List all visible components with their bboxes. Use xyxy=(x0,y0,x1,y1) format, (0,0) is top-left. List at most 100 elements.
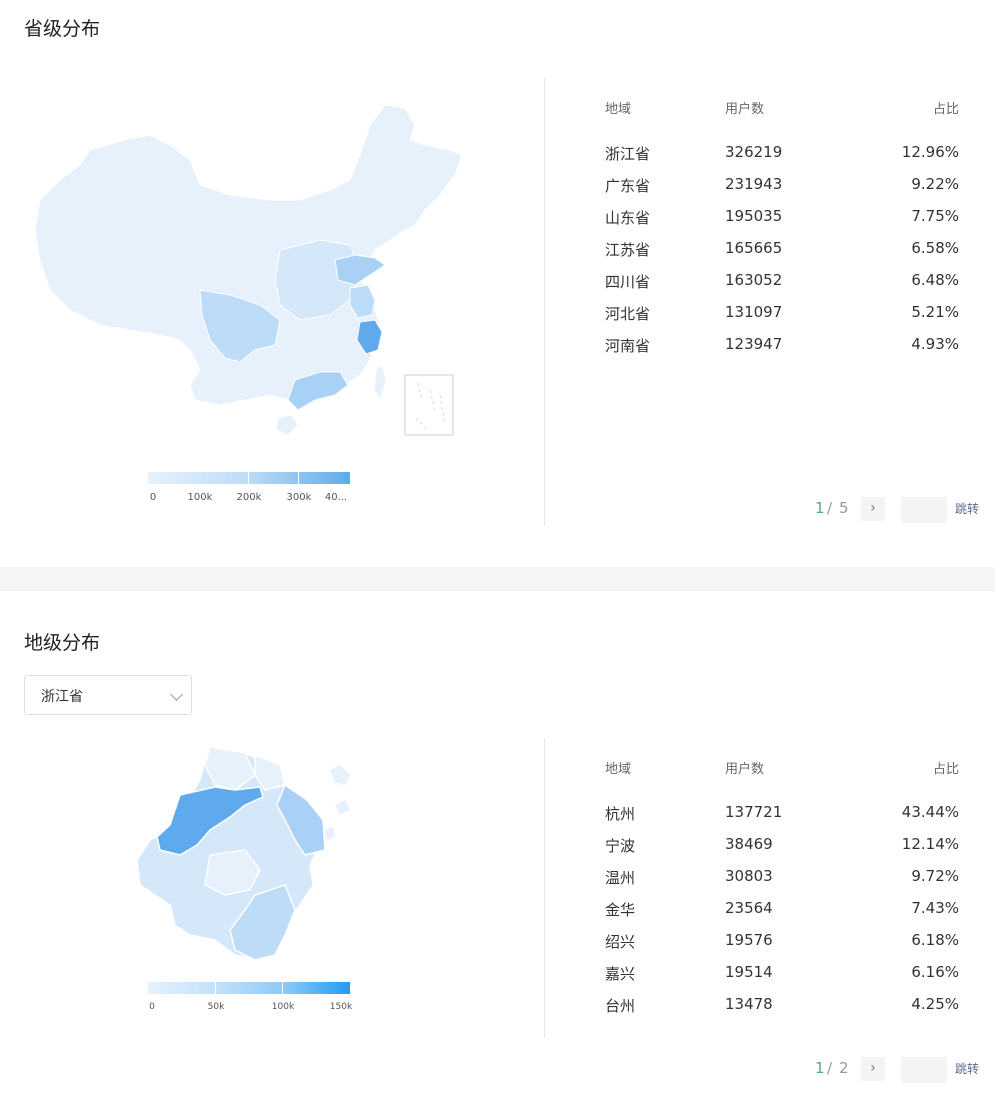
pager-separator: / xyxy=(827,1059,833,1077)
cell-users: 30803 xyxy=(725,867,773,885)
map-region-islands[interactable] xyxy=(325,765,350,840)
city-legend-label-0: 0 xyxy=(149,1002,155,1012)
cell-share: 6.18% xyxy=(911,931,959,949)
province-legend-label-1: 100k xyxy=(187,492,213,503)
city-header-region: 地域 xyxy=(605,762,632,777)
cell-share: 4.25% xyxy=(911,995,959,1013)
pager-current-page: 1 xyxy=(815,1059,825,1077)
south-china-sea-inset xyxy=(404,374,454,436)
map-region-china[interactable] xyxy=(34,104,463,411)
cell-share: 12.96% xyxy=(901,143,959,161)
cell-users: 19576 xyxy=(725,931,773,949)
cell-share: 9.72% xyxy=(911,867,959,885)
table-row: 杭州 137721 43.44% xyxy=(605,803,959,823)
pager-jump-input[interactable] xyxy=(901,1057,947,1083)
cell-region: 河北省 xyxy=(605,305,651,323)
chevron-down-icon xyxy=(170,688,183,701)
cell-region: 台州 xyxy=(605,997,636,1015)
province-legend-bar: 0 100k 200k 300k 40... xyxy=(148,472,350,503)
table-row: 温州 30803 9.72% xyxy=(605,867,959,887)
cell-region: 山东省 xyxy=(605,209,651,227)
city-pager: 1 / 2 › 跳转 xyxy=(815,1057,980,1083)
cell-users: 13478 xyxy=(725,995,773,1013)
city-legend-label-3: 150k xyxy=(329,1002,353,1012)
table-row: 河南省 123947 4.93% xyxy=(605,335,959,355)
table-row: 嘉兴 19514 6.16% xyxy=(605,963,959,983)
cell-region: 嘉兴 xyxy=(605,965,636,983)
cell-region: 四川省 xyxy=(605,273,651,291)
cell-users: 19514 xyxy=(725,963,773,981)
province-legend-label-2: 200k xyxy=(236,492,262,503)
zhejiang-city-map[interactable] xyxy=(135,745,365,965)
province-section-title: 省级分布 xyxy=(24,18,101,40)
cell-users: 123947 xyxy=(725,335,783,353)
cell-share: 5.21% xyxy=(911,303,959,321)
pager-current-page: 1 xyxy=(815,499,825,517)
cell-region: 温州 xyxy=(605,869,636,887)
cell-region: 江苏省 xyxy=(605,241,651,259)
pager-next-button[interactable]: › xyxy=(861,1057,885,1081)
city-legend-label-2: 100k xyxy=(271,1002,295,1012)
map-region-shandong[interactable] xyxy=(334,254,386,286)
city-legend-label-1: 50k xyxy=(207,1002,225,1012)
table-row: 浙江省 326219 12.96% xyxy=(605,143,959,163)
section-divider-band xyxy=(0,567,995,591)
province-legend-label-0: 0 xyxy=(149,492,157,503)
pager-total-pages: 2 xyxy=(839,1059,849,1077)
table-row: 台州 13478 4.25% xyxy=(605,995,959,1015)
cell-users: 165665 xyxy=(725,239,783,257)
cell-share: 6.48% xyxy=(911,271,959,289)
table-row: 河北省 131097 5.21% xyxy=(605,303,959,323)
cell-region: 绍兴 xyxy=(605,933,636,951)
city-section-title: 地级分布 xyxy=(24,632,101,654)
table-row: 金华 23564 7.43% xyxy=(605,899,959,919)
cell-users: 195035 xyxy=(725,207,783,225)
pager-jump-button[interactable]: 跳转 xyxy=(955,1057,979,1081)
province-select[interactable]: 浙江省 xyxy=(24,675,192,715)
province-pager: 1 / 5 › 跳转 xyxy=(815,497,980,523)
province-header-users: 用户数 xyxy=(725,102,765,117)
cell-share: 4.93% xyxy=(911,335,959,353)
cell-users: 131097 xyxy=(725,303,783,321)
city-table: 地域 用户数 占比 杭州 137721 43.44% 宁波 38469 12.1… xyxy=(605,758,959,1028)
table-row: 广东省 231943 9.22% xyxy=(605,175,959,195)
table-row: 宁波 38469 12.14% xyxy=(605,835,959,855)
table-row: 四川省 163052 6.48% xyxy=(605,271,959,291)
province-header-share: 占比 xyxy=(932,102,959,117)
cell-share: 12.14% xyxy=(901,835,959,853)
cell-users: 326219 xyxy=(725,143,783,161)
province-table: 地域 用户数 占比 浙江省 326219 12.96% 广东省 231943 9… xyxy=(605,98,959,368)
map-region-taiwan[interactable] xyxy=(373,364,387,402)
cell-share: 6.58% xyxy=(911,239,959,257)
city-header-share: 占比 xyxy=(932,762,959,777)
cell-region: 河南省 xyxy=(605,337,651,355)
cell-region: 广东省 xyxy=(605,177,651,195)
china-province-map[interactable] xyxy=(30,100,470,440)
cell-region: 金华 xyxy=(605,901,636,919)
province-legend-label-3: 300k xyxy=(286,492,312,503)
pager-next-button[interactable]: › xyxy=(861,497,885,521)
table-row: 绍兴 19576 6.18% xyxy=(605,931,959,951)
province-header-region: 地域 xyxy=(605,102,632,117)
province-divider xyxy=(544,78,545,526)
cell-share: 7.75% xyxy=(911,207,959,225)
province-legend-label-4: 40... xyxy=(324,492,348,503)
pager-jump-input[interactable] xyxy=(901,497,947,523)
table-row: 山东省 195035 7.75% xyxy=(605,207,959,227)
pager-jump-button[interactable]: 跳转 xyxy=(955,497,979,521)
city-header-users: 用户数 xyxy=(725,762,765,777)
cell-users: 38469 xyxy=(725,835,773,853)
cell-users: 137721 xyxy=(725,803,783,821)
cell-share: 6.16% xyxy=(911,963,959,981)
province-select-value: 浙江省 xyxy=(41,689,83,705)
city-legend-bar: 0 50k 100k 150k xyxy=(148,982,352,1012)
cell-users: 163052 xyxy=(725,271,783,289)
cell-share: 43.44% xyxy=(901,803,959,821)
cell-users: 231943 xyxy=(725,175,783,193)
cell-users: 23564 xyxy=(725,899,773,917)
table-row: 江苏省 165665 6.58% xyxy=(605,239,959,259)
pager-separator: / xyxy=(827,499,833,517)
map-region-hainan[interactable] xyxy=(275,414,299,436)
cell-region: 杭州 xyxy=(605,805,636,823)
cell-share: 9.22% xyxy=(911,175,959,193)
